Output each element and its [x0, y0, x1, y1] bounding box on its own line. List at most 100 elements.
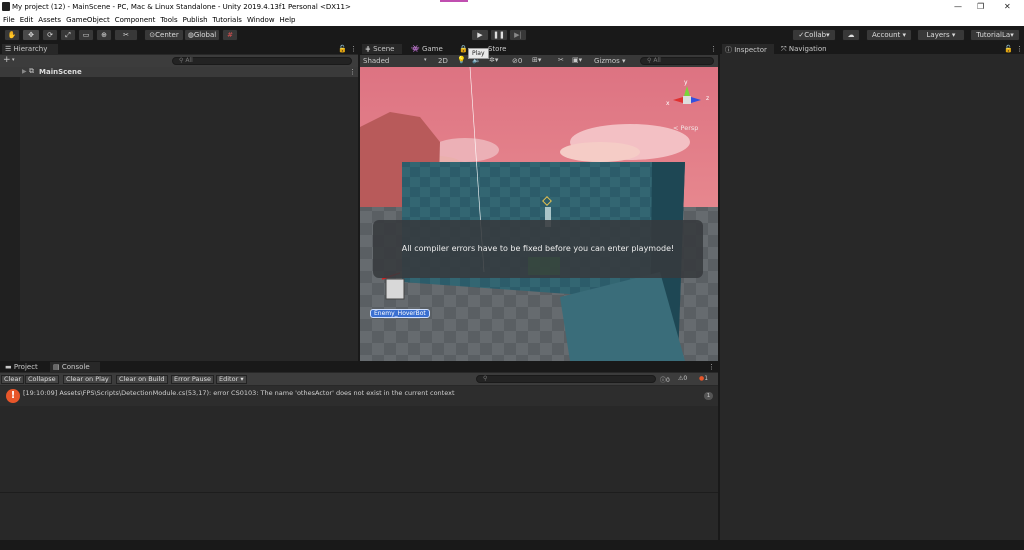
- pivot-center-button[interactable]: ⊙ Center: [144, 29, 184, 41]
- menu-component[interactable]: Component: [115, 16, 156, 24]
- minimize-icon[interactable]: —: [954, 2, 962, 11]
- menu-help[interactable]: Help: [280, 16, 296, 24]
- playmode-notification: All compiler errors have to be fixed bef…: [373, 220, 703, 278]
- console-search-input[interactable]: ⚲: [476, 375, 656, 383]
- enemy-label: Enemy_HoverBot: [370, 309, 430, 318]
- game-tab-label: Game: [421, 45, 443, 53]
- shading-dropdown-arrow-icon[interactable]: ▾: [424, 57, 427, 63]
- step-button[interactable]: ▶|: [509, 29, 527, 41]
- gizmo-center[interactable]: [683, 96, 691, 104]
- tab-navigation[interactable]: ⤧ Navigation: [778, 44, 838, 54]
- console-clear-on-build-button[interactable]: Clear on Build: [116, 375, 168, 384]
- rect-tool-icon[interactable]: ▭: [78, 29, 94, 41]
- navigation-tab-label: Navigation: [788, 45, 827, 53]
- cloud-right-2: [560, 142, 640, 162]
- hand-tool-icon[interactable]: ✋: [4, 29, 20, 41]
- pivot-global-button[interactable]: ◍ Global: [184, 29, 220, 41]
- 2d-toggle[interactable]: 2D: [438, 57, 448, 65]
- effects-dropdown-icon[interactable]: ✲▾: [489, 56, 498, 64]
- account-dropdown[interactable]: Account ▾: [866, 29, 912, 41]
- gizmo-y-label: y: [684, 79, 688, 86]
- hierarchy-search-input[interactable]: ⚲ All: [172, 57, 352, 65]
- menu-window[interactable]: Window: [247, 16, 275, 24]
- play-button[interactable]: ▶: [471, 29, 489, 41]
- scene-tab-label: Scene: [373, 45, 395, 53]
- menu-edit[interactable]: Edit: [20, 16, 34, 24]
- inspector-lock-icon[interactable]: 🔓: [1004, 45, 1013, 53]
- lighting-toggle-icon[interactable]: 💡: [457, 56, 466, 64]
- window-title: My project (12) - MainScene - PC, Mac & …: [12, 3, 351, 11]
- warning-filter[interactable]: ⚠0: [678, 375, 687, 382]
- hierarchy-tab-label: Hierarchy: [13, 45, 48, 53]
- tools-icon[interactable]: ✂: [558, 56, 564, 64]
- asset-store-tab-label: Store: [487, 45, 507, 53]
- scene-viewport[interactable]: y x z < Persp Enemy_HoverBot: [360, 67, 718, 361]
- scene-row[interactable]: ▶ ⧉ MainScene ⋮: [0, 67, 358, 77]
- console-divider: [0, 492, 718, 493]
- gizmos-label: Gizmos: [594, 57, 620, 65]
- error-count: 1: [704, 375, 709, 382]
- hidden-objects-icon[interactable]: ⊘0: [512, 57, 522, 65]
- hierarchy-tabbar: ☰ Hierarchy 🔓 ⋮: [0, 44, 358, 54]
- menu-file[interactable]: File: [3, 16, 15, 24]
- layout-dropdown[interactable]: TutorialLa ▾: [970, 29, 1020, 41]
- console-collapse-button[interactable]: Collapse: [25, 375, 59, 384]
- camera-dropdown-icon[interactable]: ▣▾: [572, 56, 582, 64]
- hierarchy-add-button[interactable]: +: [3, 55, 11, 65]
- console-clear-button[interactable]: Clear: [1, 375, 24, 384]
- inspector-menu-icon[interactable]: ⋮: [1016, 45, 1023, 53]
- console-entry-text: [19:10:09] Assets\FPS\Scripts\DetectionM…: [23, 389, 455, 397]
- transform-tool-icon[interactable]: ⊕: [96, 29, 112, 41]
- console-clear-on-play-button[interactable]: Clear on Play: [63, 375, 112, 384]
- grid-toggle-icon[interactable]: ⊞▾: [532, 56, 541, 64]
- collab-dropdown[interactable]: ✓ Collab ▾: [792, 29, 836, 41]
- close-icon[interactable]: ✕: [1004, 2, 1011, 11]
- console-entry-row[interactable]: ! [19:10:09] Assets\FPS\Scripts\Detectio…: [0, 386, 718, 406]
- shading-dropdown[interactable]: Shaded: [363, 57, 389, 65]
- panel-menu-icon[interactable]: ⋮: [350, 45, 357, 53]
- pause-button[interactable]: ❚❚: [490, 29, 508, 41]
- custom-tool-icon[interactable]: ✂: [114, 29, 138, 41]
- scene-search-input[interactable]: ⚲ All: [640, 57, 714, 65]
- unity-logo-icon: [2, 2, 10, 11]
- gizmos-dropdown[interactable]: Gizmos ▾: [594, 57, 626, 65]
- menu-tutorials[interactable]: Tutorials: [213, 16, 242, 24]
- tab-game[interactable]: 👾 Game: [408, 44, 448, 54]
- tab-project[interactable]: ▬ Project: [2, 362, 48, 372]
- snap-grid-icon[interactable]: #: [222, 29, 238, 41]
- menu-publish[interactable]: Publish: [183, 16, 208, 24]
- hierarchy-add-dropdown-icon[interactable]: ▾: [12, 57, 15, 63]
- menu-tools[interactable]: Tools: [160, 16, 177, 24]
- gizmo-x-label: x: [666, 100, 670, 107]
- inspector-panel: [720, 54, 1024, 540]
- tab-hierarchy[interactable]: ☰ Hierarchy: [2, 44, 58, 54]
- move-tool-icon[interactable]: ✥: [22, 29, 40, 41]
- cloud-icon[interactable]: ☁: [842, 29, 860, 41]
- log-count: 0: [666, 377, 670, 384]
- tab-inspector[interactable]: ⓘ Inspector: [722, 44, 774, 54]
- restore-icon[interactable]: ❐: [977, 2, 984, 11]
- lock-icon[interactable]: 🔓: [338, 45, 347, 53]
- log-filter[interactable]: ⓘ0: [660, 375, 670, 384]
- expand-arrow-icon[interactable]: ▶: [22, 68, 27, 75]
- scene-panel-menu-icon[interactable]: ⋮: [710, 45, 717, 53]
- rotate-tool-icon[interactable]: ⟳: [42, 29, 58, 41]
- scene-menu-icon[interactable]: ⋮: [349, 68, 356, 76]
- tab-console[interactable]: ▤ Console: [50, 362, 100, 372]
- menu-gameobject[interactable]: GameObject: [66, 16, 110, 24]
- persp-label[interactable]: < Persp: [673, 124, 698, 132]
- menu-bar: File Edit Assets GameObject Component To…: [0, 14, 1024, 26]
- layers-label: Layers: [926, 31, 950, 39]
- hierarchy-gutter: [0, 77, 20, 361]
- error-filter[interactable]: ●1: [699, 375, 708, 382]
- play-tooltip: Play: [468, 48, 489, 59]
- menu-assets[interactable]: Assets: [38, 16, 61, 24]
- console-error-pause-button[interactable]: Error Pause: [171, 375, 215, 384]
- scale-tool-icon[interactable]: ⤢: [60, 29, 76, 41]
- hierarchy-toolbar: + ▾ ⚲ All: [0, 55, 358, 67]
- console-panel-menu-icon[interactable]: ⋮: [708, 363, 715, 371]
- scene-search-placeholder: All: [653, 57, 661, 64]
- console-editor-dropdown[interactable]: Editor ▾: [216, 375, 247, 384]
- tab-scene[interactable]: ⋕ Scene: [362, 44, 402, 54]
- layers-dropdown[interactable]: Layers ▾: [917, 29, 965, 41]
